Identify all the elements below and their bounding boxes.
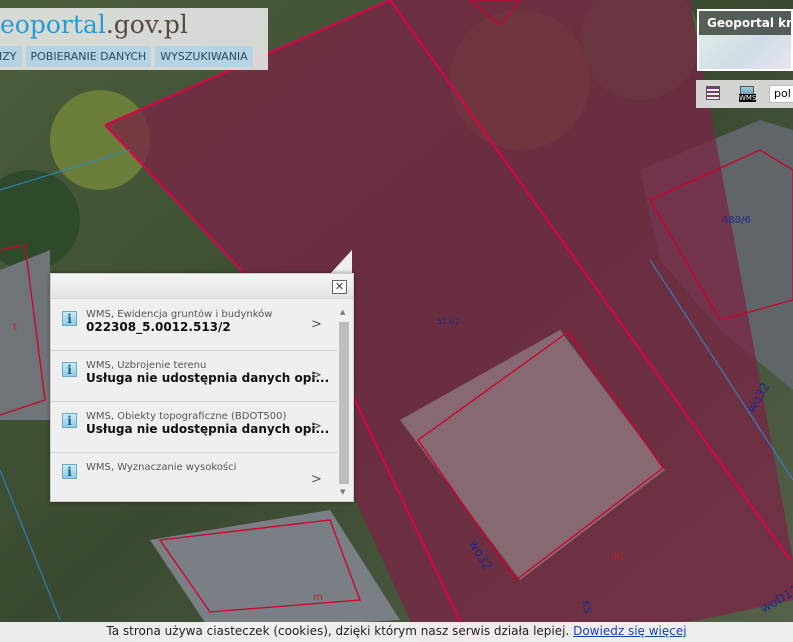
cookie-text: Ta strona używa ciasteczek (cookies), dz… xyxy=(106,624,574,638)
scroll-up-icon[interactable]: ▲ xyxy=(340,308,345,316)
nav-item-analizy[interactable]: IZY xyxy=(0,46,22,67)
scroll-down-icon[interactable]: ▼ xyxy=(340,488,345,496)
list-item[interactable]: i WMS, Obiekty topograficzne (BDOT500) U… xyxy=(51,402,337,453)
minimap[interactable]: Geoportal kraj xyxy=(697,9,793,71)
info-icon: i xyxy=(62,311,77,326)
chevron-right-icon[interactable]: > xyxy=(311,472,322,487)
list-item[interactable]: i WMS, Wyznaczanie wysokości > xyxy=(51,453,337,504)
item-value: 022308_5.0012.513/2 xyxy=(86,320,231,334)
geoportal-logo[interactable]: eoportal.gov.pl xyxy=(0,10,188,39)
logo-suffix: .gov.pl xyxy=(105,10,188,39)
popup-header: ✕ xyxy=(51,274,353,299)
info-icon: i xyxy=(62,464,77,479)
item-source: WMS, Ewidencja gruntów i budynków xyxy=(86,309,273,320)
cookie-more-link[interactable]: Dowiedz się więcej xyxy=(573,624,686,638)
info-icon: i xyxy=(62,362,77,377)
map-label: t xyxy=(13,322,17,333)
list-item[interactable]: i WMS, Uzbrojenie terenu Usługa nie udos… xyxy=(51,351,337,402)
nav-item-pobieranie-danych[interactable]: POBIERANIE DANYCH xyxy=(25,46,152,67)
minimap-title: Geoportal kraj xyxy=(699,11,791,35)
wms-label: WMS xyxy=(739,94,757,102)
parcel-label: 480/6 xyxy=(722,215,751,226)
cookie-banner: Ta strona używa ciasteczek (cookies), dz… xyxy=(0,622,793,642)
nav-item-wyszukiwania[interactable]: WYSZUKIWANIA xyxy=(155,46,253,67)
chevron-right-icon[interactable]: > xyxy=(311,368,322,383)
close-icon[interactable]: ✕ xyxy=(332,280,347,294)
main-nav: IZY POBIERANIE DANYCH WYSZUKIWANIA xyxy=(0,46,253,67)
map-label: m xyxy=(313,592,323,603)
language-select[interactable]: pol xyxy=(769,85,793,103)
toolbar: WMS pol xyxy=(696,80,793,108)
scrollbar-thumb[interactable] xyxy=(339,322,349,484)
list-item[interactable]: i WMS, Ewidencja gruntów i budynków 0223… xyxy=(51,300,337,351)
info-icon: i xyxy=(62,413,77,428)
item-source: WMS, Obiekty topograficzne (BDOT500) xyxy=(86,411,287,422)
scrollbar[interactable]: ▲ ▼ xyxy=(338,304,350,499)
item-value: Usługa nie udostępnia danych opi... xyxy=(86,422,330,436)
map-label: KS xyxy=(579,600,592,615)
chevron-right-icon[interactable]: > xyxy=(311,317,322,332)
feature-info-popup: ✕ i WMS, Ewidencja gruntów i budynków 02… xyxy=(50,273,354,502)
popup-pointer xyxy=(330,250,352,274)
logo-prefix: eo xyxy=(0,10,30,39)
logo-blue: portal xyxy=(29,10,106,39)
item-source: WMS, Uzbrojenie terenu xyxy=(86,360,207,371)
item-source: WMS, Wyznaczanie wysokości xyxy=(86,462,237,473)
wms-icon[interactable]: WMS xyxy=(739,86,757,102)
legend-icon[interactable] xyxy=(706,86,720,100)
map-label: Kl xyxy=(614,552,623,563)
parcel-label: 513/2 xyxy=(437,317,460,326)
header-panel: eoportal.gov.pl IZY POBIERANIE DANYCH WY… xyxy=(0,8,268,70)
chevron-right-icon[interactable]: > xyxy=(311,419,322,434)
item-value: Usługa nie udostępnia danych opi... xyxy=(86,371,330,385)
